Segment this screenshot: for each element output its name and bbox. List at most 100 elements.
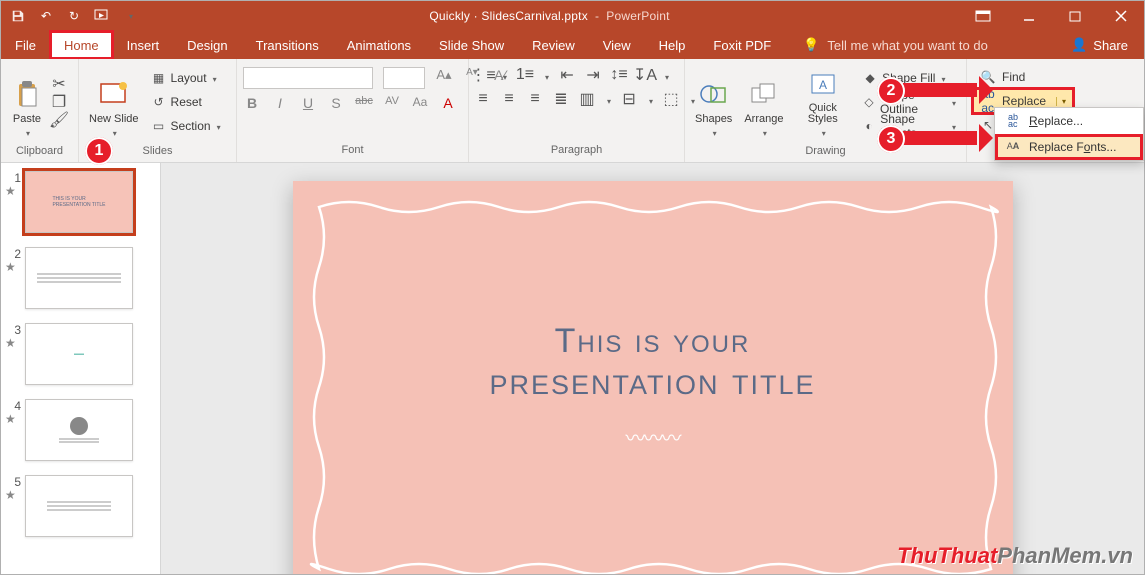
replace-dropdown-icon[interactable]: ▾ [1056, 97, 1066, 106]
tab-home[interactable]: Home [50, 31, 113, 59]
tab-foxit[interactable]: Foxit PDF [699, 31, 785, 59]
reset-button[interactable]: ↺Reset [147, 91, 225, 113]
qat-customize-icon[interactable] [121, 7, 139, 25]
strike-button[interactable]: abc [355, 95, 373, 111]
group-editing: 🔍 Find abac Replace ▾ ↖ Select [967, 59, 1144, 162]
align-center-icon[interactable]: ≡ [501, 91, 517, 107]
section-button[interactable]: ▭Section [147, 115, 225, 137]
shadow-button[interactable]: S [327, 95, 345, 111]
thumb-3[interactable]: ▬▬ [25, 323, 133, 385]
arrange-button[interactable]: Arrange [740, 63, 787, 141]
format-painter-icon[interactable]: 🖌 [51, 112, 67, 128]
bullets-icon[interactable]: ⋮≡ [475, 67, 491, 83]
thumb-number: 4 [5, 399, 21, 413]
text-direction-icon[interactable]: ↧A [637, 67, 653, 83]
quick-styles-button[interactable]: A Quick Styles [791, 63, 854, 141]
bold-button[interactable]: B [243, 95, 261, 111]
font-size-input[interactable] [383, 67, 425, 89]
inc-indent-icon[interactable]: ⇥ [585, 67, 601, 83]
tab-animations[interactable]: Animations [333, 31, 425, 59]
start-from-beginning-icon[interactable] [93, 7, 111, 25]
columns-icon[interactable]: ▥ [579, 91, 595, 107]
smartart-icon[interactable]: ⬚ [663, 91, 679, 107]
thumb-5[interactable] [25, 475, 133, 537]
share-button[interactable]: 👤 Share [1055, 31, 1144, 59]
line-spacing-icon[interactable]: ↕≡ [611, 67, 627, 83]
font-label: Font [237, 144, 468, 162]
close-icon[interactable] [1098, 1, 1144, 31]
quick-styles-label: Quick Styles [795, 103, 850, 125]
arrow-2 [903, 83, 977, 97]
change-case-button[interactable]: Aa [411, 95, 429, 111]
thumb-animation-icon: ★ [5, 413, 21, 425]
tab-slideshow[interactable]: Slide Show [425, 31, 518, 59]
thumb-animation-icon: ★ [5, 489, 21, 501]
align-right-icon[interactable]: ≡ [527, 91, 543, 107]
callout-2: 2 [877, 77, 905, 105]
align-left-icon[interactable]: ≡ [475, 91, 491, 107]
tab-insert[interactable]: Insert [113, 31, 174, 59]
shapes-icon [698, 79, 730, 111]
maximize-icon[interactable] [1052, 1, 1098, 31]
tell-me[interactable]: 💡 Tell me what you want to do [785, 31, 1055, 59]
minimize-icon[interactable] [1006, 1, 1052, 31]
cut-icon[interactable]: ✂ [51, 76, 67, 92]
lightbulb-icon: 💡 [803, 37, 819, 53]
paste-icon [11, 79, 43, 111]
tab-help[interactable]: Help [645, 31, 700, 59]
font-name-input[interactable] [243, 67, 373, 89]
save-icon[interactable] [9, 7, 27, 25]
tab-view[interactable]: View [589, 31, 645, 59]
new-slide-icon [98, 79, 130, 111]
paste-button[interactable]: Paste [7, 63, 47, 141]
tab-transitions[interactable]: Transitions [242, 31, 333, 59]
svg-text:A: A [819, 78, 827, 92]
justify-icon[interactable]: ≣ [553, 91, 569, 107]
menuitem-replace[interactable]: abac Replace... [995, 108, 1143, 134]
tab-design[interactable]: Design [173, 31, 241, 59]
replace-menu-icon: abac [1005, 113, 1021, 129]
thumb-2[interactable] [25, 247, 133, 309]
copy-icon[interactable]: ❐ [51, 94, 67, 110]
group-paragraph: ⋮≡ 1≡ ⇤ ⇥ ↕≡ ↧A ≡ ≡ ≡ ≣ ▥ ⊟ ⬚ Paragraph [469, 59, 685, 162]
thumb-4[interactable] [25, 399, 133, 461]
quick-styles-icon: A [807, 69, 839, 101]
shapes-label: Shapes [695, 113, 732, 125]
tab-file[interactable]: File [1, 31, 50, 59]
slide[interactable]: This is your presentation title 〰〰〰 [293, 181, 1013, 574]
replace-dropdown-menu: abac Replace... AA Replace Fonts... [994, 107, 1144, 161]
grow-font-icon[interactable]: A▴ [435, 67, 453, 89]
align-text-icon[interactable]: ⊟ [621, 91, 637, 107]
slide-canvas: This is your presentation title 〰〰〰 [161, 163, 1144, 574]
thumb-animation-icon: ★ [5, 261, 21, 273]
redo-icon[interactable]: ↻ [65, 7, 83, 25]
app-name: PowerPoint [606, 9, 669, 23]
tell-me-text: Tell me what you want to do [827, 38, 1055, 53]
new-slide-button[interactable]: New Slide [85, 63, 143, 141]
undo-icon[interactable]: ↶ [37, 7, 55, 25]
numbering-icon[interactable]: 1≡ [517, 67, 533, 83]
font-color-button[interactable]: A [439, 95, 457, 111]
ribbon-options-icon[interactable] [960, 1, 1006, 31]
menuitem-replace-fonts[interactable]: AA Replace Fonts... [995, 134, 1143, 160]
thumb-number: 1 [5, 171, 21, 185]
italic-button[interactable]: I [271, 95, 289, 111]
clipboard-label: Clipboard [1, 145, 78, 162]
replace-fonts-icon: AA [1005, 139, 1021, 155]
quick-access-toolbar: ↶ ↻ [1, 7, 139, 25]
paste-label: Paste [13, 113, 41, 125]
callout-3: 3 [877, 125, 905, 153]
shape-outline-icon: ◇ [862, 94, 876, 110]
layout-icon: ▦ [151, 70, 167, 86]
shapes-button[interactable]: Shapes [691, 63, 736, 141]
layout-button[interactable]: ▦Layout [147, 67, 225, 89]
new-slide-label: New Slide [89, 113, 139, 125]
window-title: Quickly · SlidesCarnival.pptx - PowerPoi… [139, 9, 960, 23]
tab-review[interactable]: Review [518, 31, 589, 59]
underline-button[interactable]: U [299, 95, 317, 111]
thumb-1[interactable]: THIS IS YOURPRESENTATION TITLE [25, 171, 133, 233]
dec-indent-icon[interactable]: ⇤ [559, 67, 575, 83]
thumbnail-panel: 1★ THIS IS YOURPRESENTATION TITLE 2★ 3★ … [1, 163, 161, 574]
group-font: A▴ A▾ A⁄ B I U S abc AV Aa A Font [237, 59, 469, 162]
char-spacing-button[interactable]: AV [383, 95, 401, 111]
